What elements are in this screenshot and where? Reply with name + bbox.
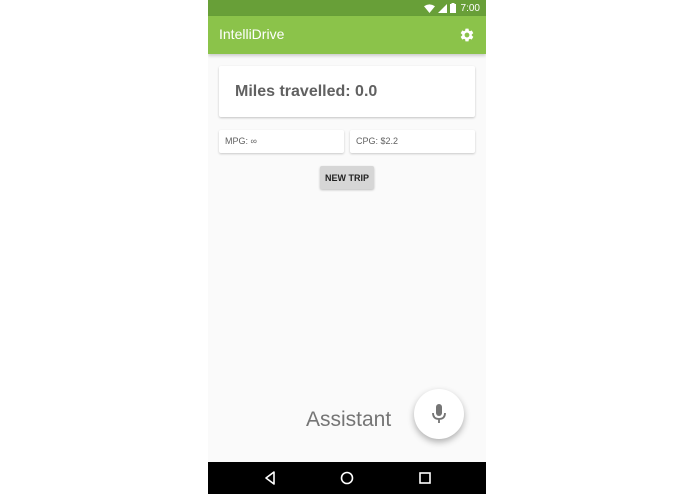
battery-icon xyxy=(449,3,456,13)
settings-gear-icon[interactable] xyxy=(459,27,475,43)
back-icon[interactable] xyxy=(262,470,278,486)
miles-card: Miles travelled: 0.0 xyxy=(219,66,475,117)
status-bar: 7:00 xyxy=(208,0,486,16)
assistant-mic-button[interactable] xyxy=(414,389,464,439)
app-title: IntelliDrive xyxy=(219,26,285,42)
cpg-field[interactable]: CPG: $2.2 xyxy=(350,130,475,153)
app-bar: IntelliDrive xyxy=(208,16,486,54)
assistant-label: Assistant xyxy=(306,408,392,431)
signal-icon xyxy=(437,3,447,13)
microphone-icon xyxy=(432,404,446,423)
recents-icon[interactable] xyxy=(417,470,433,486)
miles-travelled-text: Miles travelled: 0.0 xyxy=(235,83,378,100)
cpg-value: CPG: $2.2 xyxy=(356,136,399,146)
navigation-bar xyxy=(208,462,486,494)
status-time: 7:00 xyxy=(460,2,480,14)
wifi-icon xyxy=(423,3,435,13)
phone-screen: 7:00 IntelliDrive Miles travelled: 0.0 M… xyxy=(208,0,486,494)
new-trip-button[interactable]: NEW TRIP xyxy=(320,166,374,189)
home-icon[interactable] xyxy=(339,470,355,486)
mpg-value: MPG: ∞ xyxy=(225,136,257,146)
mpg-field[interactable]: MPG: ∞ xyxy=(219,130,344,153)
